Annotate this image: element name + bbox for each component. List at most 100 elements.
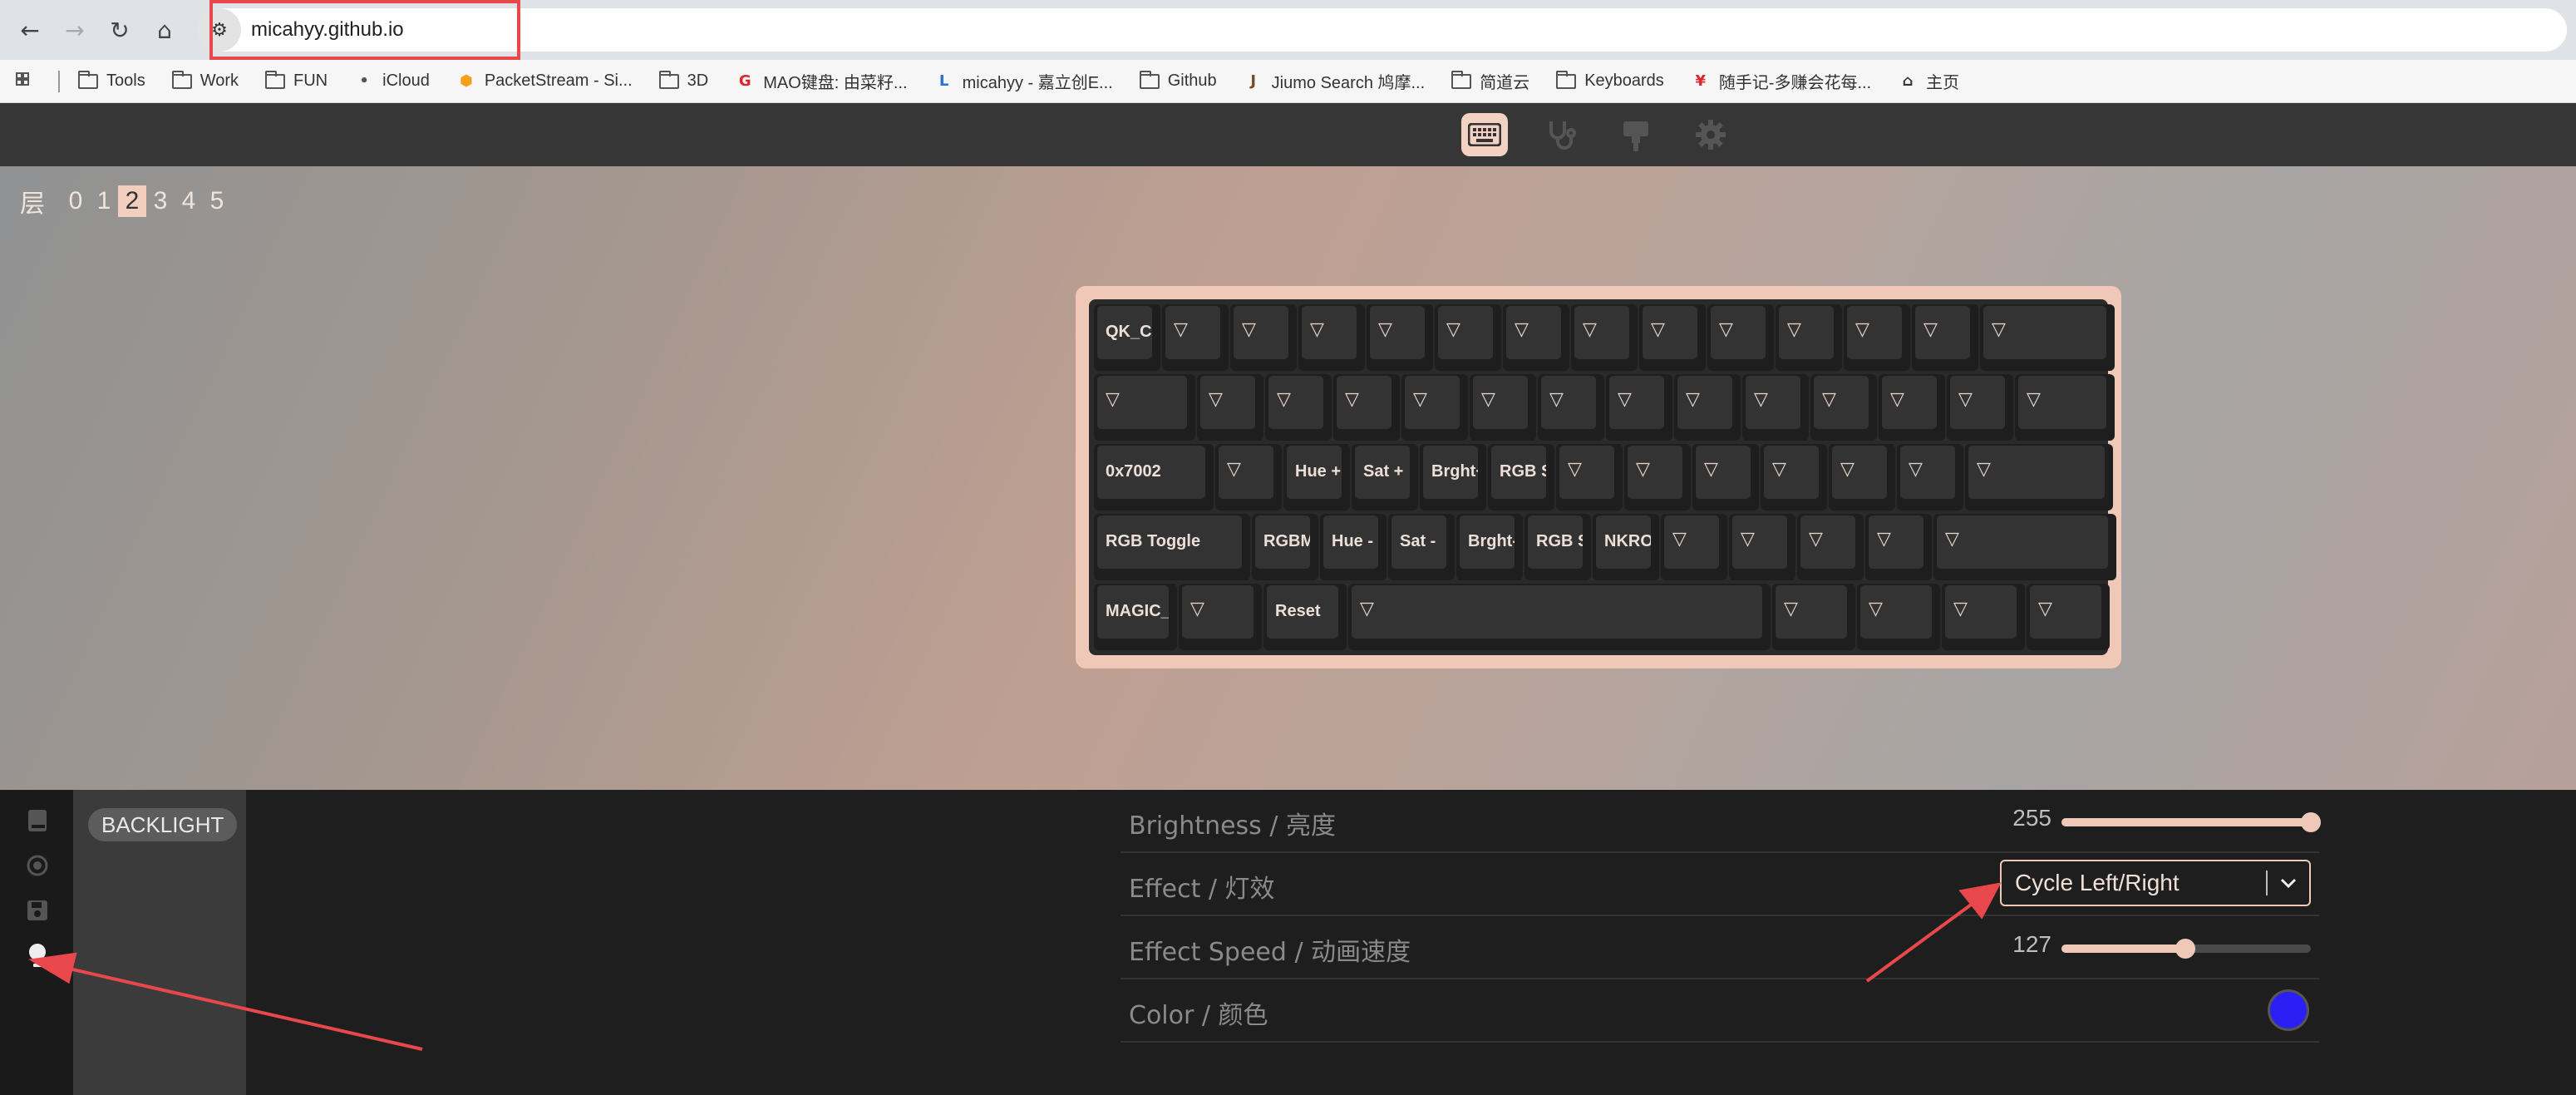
key[interactable]: ▽: [1729, 514, 1795, 580]
key[interactable]: ▽: [1162, 304, 1229, 371]
key[interactable]: Brght+: [1420, 444, 1486, 511]
bookmark-item[interactable]: ¥ 随手记-多赚会花每...: [1691, 69, 1872, 93]
key[interactable]: MAGIC_T: [1094, 584, 1177, 650]
effect-speed-slider[interactable]: 127: [2002, 916, 2317, 979]
stethoscope-icon[interactable]: [1538, 113, 1584, 156]
color-swatch[interactable]: [2268, 989, 2309, 1031]
key[interactable]: ▽: [2015, 374, 2115, 441]
key[interactable]: NKRO: [1593, 514, 1659, 580]
key[interactable]: RGBMc: [1252, 514, 1318, 580]
key[interactable]: QK_CL: [1094, 304, 1160, 371]
key[interactable]: ▽: [1947, 374, 2013, 441]
key[interactable]: ▽: [1179, 584, 1262, 650]
key[interactable]: ▽: [1606, 374, 1672, 441]
key[interactable]: ▽: [1470, 374, 1536, 441]
brightness-slider[interactable]: 255: [2002, 790, 2321, 853]
key[interactable]: ▽: [1661, 514, 1727, 580]
brightness-thumb[interactable]: [2301, 812, 2321, 832]
key[interactable]: Reset: [1263, 584, 1347, 650]
key[interactable]: ▽: [1503, 304, 1569, 371]
bookmark-item[interactable]: Tools: [78, 70, 145, 91]
key[interactable]: ▽: [1965, 444, 2113, 511]
key[interactable]: ▽: [1538, 374, 1604, 441]
key[interactable]: ▽: [1215, 444, 1282, 511]
layer-1[interactable]: 1: [90, 185, 118, 217]
back-button[interactable]: ←: [13, 13, 47, 47]
bookmark-item[interactable]: FUN: [265, 70, 328, 91]
key[interactable]: ▽: [1367, 304, 1433, 371]
key[interactable]: ▽: [1639, 304, 1706, 371]
key[interactable]: ▽: [1897, 444, 1963, 511]
key[interactable]: ▽: [2027, 584, 2110, 650]
key[interactable]: ▽: [1912, 304, 1978, 371]
plug-icon[interactable]: [1613, 113, 1659, 156]
layer-5[interactable]: 5: [203, 185, 231, 217]
key[interactable]: ▽: [1865, 514, 1932, 580]
effect-select[interactable]: Cycle Left/Right: [2000, 860, 2311, 906]
key[interactable]: ▽: [1692, 444, 1759, 511]
omnibox[interactable]: ⚙ micahyy.github.io: [198, 8, 2567, 52]
bookmark-item[interactable]: 简道云: [1451, 69, 1529, 93]
key[interactable]: ▽: [1810, 374, 1877, 441]
record-icon[interactable]: [25, 853, 50, 878]
bookmark-item[interactable]: Github: [1139, 70, 1217, 91]
key[interactable]: ▽: [1556, 444, 1623, 511]
key[interactable]: ▽: [1230, 304, 1297, 371]
bookmark-item[interactable]: 3D: [658, 70, 708, 91]
key[interactable]: ▽: [1333, 374, 1400, 441]
key[interactable]: RGB Sl: [1524, 514, 1591, 580]
key[interactable]: ▽: [1094, 374, 1195, 441]
key[interactable]: ▽: [1933, 514, 2116, 580]
chevron-down-icon[interactable]: [2268, 878, 2309, 888]
key[interactable]: ▽: [1761, 444, 1827, 511]
key[interactable]: ▽: [1829, 444, 1895, 511]
bookmark-item[interactable]: Lmicahyy - 嘉立创E...: [934, 69, 1113, 93]
gear-icon[interactable]: [1687, 113, 1734, 156]
key[interactable]: ▽: [1980, 304, 2115, 371]
key[interactable]: ▽: [1674, 374, 1741, 441]
key[interactable]: ▽: [1942, 584, 2025, 650]
home-button[interactable]: ⌂: [148, 13, 181, 47]
key[interactable]: ▽: [1571, 304, 1638, 371]
key[interactable]: ▽: [1776, 304, 1842, 371]
lightbulb-icon[interactable]: [25, 943, 50, 968]
key[interactable]: Hue -: [1320, 514, 1387, 580]
effect-selected-value[interactable]: Cycle Left/Right: [2002, 870, 2266, 896]
bookmark-item[interactable]: • iCloud: [354, 72, 429, 91]
key[interactable]: ▽: [1879, 374, 1945, 441]
forward-button[interactable]: →: [58, 13, 91, 47]
effect-speed-thumb[interactable]: [2175, 939, 2196, 959]
key[interactable]: Sat +: [1352, 444, 1418, 511]
key[interactable]: Sat -: [1388, 514, 1455, 580]
bookmark-item[interactable]: Keyboards: [1556, 70, 1664, 91]
key[interactable]: ▽: [1742, 374, 1809, 441]
key[interactable]: ▽: [1772, 584, 1855, 650]
key[interactable]: ▽: [1265, 374, 1332, 441]
key[interactable]: 0x7002: [1094, 444, 1214, 511]
key[interactable]: RGB Toggle: [1094, 514, 1250, 580]
save-icon[interactable]: [25, 898, 50, 923]
bookmark-item[interactable]: ⬢ PacketStream - Si...: [456, 72, 633, 91]
key[interactable]: ▽: [1797, 514, 1864, 580]
apps-grid-button[interactable]: [15, 72, 43, 90]
key[interactable]: Brght-: [1456, 514, 1523, 580]
bookmark-item[interactable]: G MAO键盘: 由菜籽...: [735, 69, 908, 93]
keyboard-icon[interactable]: [1461, 113, 1508, 156]
key[interactable]: RGB Sl: [1488, 444, 1554, 511]
bookmark-item[interactable]: ⌂ 主页: [1898, 69, 1959, 93]
key[interactable]: Hue +: [1283, 444, 1350, 511]
key[interactable]: ▽: [1844, 304, 1910, 371]
key[interactable]: ▽: [1707, 304, 1774, 371]
layer-3[interactable]: 3: [146, 185, 175, 217]
reload-button[interactable]: ↻: [103, 13, 136, 47]
key[interactable]: ▽: [1298, 304, 1365, 371]
layer-0[interactable]: 0: [62, 185, 90, 217]
bookmark-item[interactable]: Work: [171, 70, 239, 91]
key[interactable]: ▽: [1348, 584, 1771, 650]
key[interactable]: ▽: [1624, 444, 1691, 511]
layer-4[interactable]: 4: [175, 185, 203, 217]
key[interactable]: ▽: [1197, 374, 1263, 441]
key[interactable]: ▽: [1857, 584, 1940, 650]
key[interactable]: ▽: [1401, 374, 1468, 441]
book-icon[interactable]: [25, 808, 50, 833]
